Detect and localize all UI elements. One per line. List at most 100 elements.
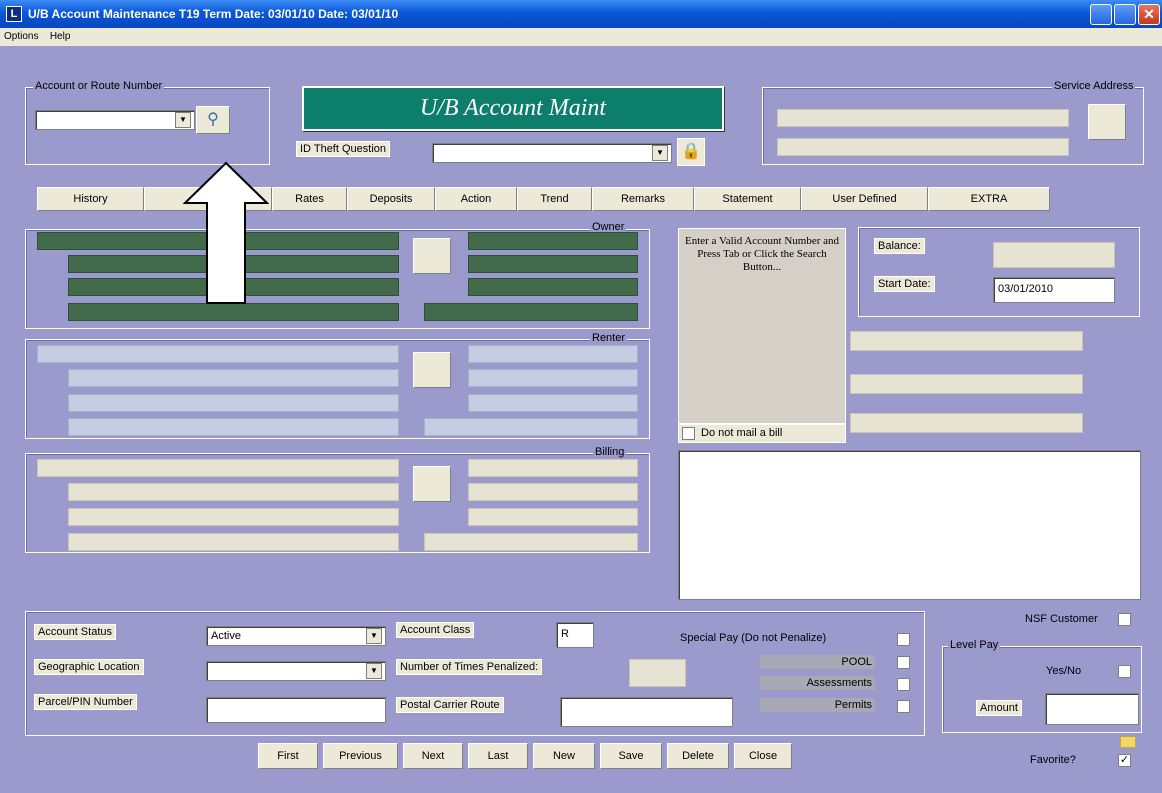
close-button[interactable]: Close xyxy=(734,743,792,769)
main-form: Account or Route Number ▼ ⚲ U/B Account … xyxy=(0,46,1162,793)
folder-icon[interactable] xyxy=(1120,736,1136,748)
assessments-label: Assessments xyxy=(760,676,875,690)
nsf-customer-checkbox[interactable] xyxy=(1118,613,1131,626)
times-penalized-label: Number of Times Penalized: xyxy=(396,659,543,675)
tab-action[interactable]: Action xyxy=(435,187,517,211)
new-button[interactable]: New xyxy=(533,743,595,769)
service-address-note-icon[interactable] xyxy=(1088,104,1126,140)
renter-address-2 xyxy=(68,394,399,412)
billing-name-field xyxy=(37,459,399,477)
billing-note-icon[interactable] xyxy=(413,466,451,502)
tab-trend[interactable]: Trend xyxy=(517,187,592,211)
billing-phone-3 xyxy=(468,508,638,526)
renter-note-icon[interactable] xyxy=(413,352,451,388)
do-not-mail-row: Do not mail a bill xyxy=(678,424,846,443)
level-pay-label: Level Pay xyxy=(948,639,1001,651)
save-button[interactable]: Save xyxy=(600,743,662,769)
assessments-checkbox[interactable] xyxy=(897,678,910,691)
first-button[interactable]: First xyxy=(258,743,318,769)
parcel-pin-input[interactable] xyxy=(206,697,386,723)
delete-button[interactable]: Delete xyxy=(667,743,729,769)
favorite-checkbox[interactable]: ✓ xyxy=(1118,754,1131,767)
level-pay-amount-input[interactable] xyxy=(1045,693,1139,725)
account-class-input[interactable]: R xyxy=(556,622,594,648)
special-pay-checkbox[interactable] xyxy=(897,633,910,646)
account-status-label: Account Status xyxy=(34,624,116,640)
billing-address-1 xyxy=(68,483,399,501)
app-icon: L xyxy=(6,6,22,22)
help-message: Enter a Valid Account Number and Press T… xyxy=(678,228,846,424)
permits-label: Permits xyxy=(760,698,875,712)
account-status-select[interactable]: Active xyxy=(206,626,386,646)
level-pay-amount-label: Amount xyxy=(976,700,1022,716)
previous-button[interactable]: Previous xyxy=(323,743,398,769)
billing-address-2 xyxy=(68,508,399,526)
start-date-field[interactable]: 03/01/2010 xyxy=(993,277,1115,303)
search-icon[interactable]: ⚲ xyxy=(196,106,230,134)
annotation-arrow-icon xyxy=(183,161,269,304)
billing-label: Billing xyxy=(593,446,627,458)
balance-label: Balance: xyxy=(874,238,925,254)
times-penalized-value xyxy=(629,659,686,687)
title-bar: L U/B Account Maintenance T19 Term Date:… xyxy=(0,0,1162,28)
extra-line-3 xyxy=(850,413,1083,433)
renter-address-3 xyxy=(68,418,399,436)
lock-icon[interactable]: 🔒 xyxy=(677,138,705,166)
close-window-button[interactable]: ✕ xyxy=(1138,4,1160,25)
renter-label: Renter xyxy=(590,332,628,344)
billing-address-3 xyxy=(68,533,399,551)
tab-deposits[interactable]: Deposits xyxy=(347,187,435,211)
account-group-label: Account or Route Number xyxy=(33,80,165,92)
minimize-button[interactable] xyxy=(1090,4,1112,25)
do-not-mail-checkbox[interactable] xyxy=(682,427,695,440)
billing-phone-1 xyxy=(468,459,638,477)
geographic-location-dropdown-icon[interactable]: ▼ xyxy=(366,663,382,679)
do-not-mail-label: Do not mail a bill xyxy=(701,427,783,439)
extra-line-2 xyxy=(850,374,1083,394)
renter-phone-3 xyxy=(468,394,638,412)
service-address-line-2 xyxy=(777,138,1069,156)
last-button[interactable]: Last xyxy=(468,743,528,769)
id-theft-dropdown-icon[interactable]: ▼ xyxy=(652,145,668,161)
tab-extra[interactable]: EXTRA xyxy=(928,187,1050,211)
geographic-location-label: Geographic Location xyxy=(34,659,144,675)
level-pay-yesno-checkbox[interactable] xyxy=(1118,665,1131,678)
pool-label: POOL xyxy=(760,655,875,669)
window-title: U/B Account Maintenance T19 Term Date: 0… xyxy=(28,7,399,21)
favorite-label: Favorite? xyxy=(1030,754,1076,766)
billing-extra xyxy=(424,533,638,551)
tab-statement[interactable]: Statement xyxy=(694,187,801,211)
tab-remarks[interactable]: Remarks xyxy=(592,187,694,211)
postal-route-input[interactable] xyxy=(560,697,733,727)
start-date-label: Start Date: xyxy=(874,276,935,292)
id-theft-select[interactable] xyxy=(432,143,672,163)
account-class-label: Account Class xyxy=(396,622,475,638)
account-number-input[interactable] xyxy=(35,110,195,130)
tab-history[interactable]: History xyxy=(37,187,144,211)
maximize-button[interactable] xyxy=(1114,4,1136,25)
account-dropdown-icon[interactable]: ▼ xyxy=(175,112,191,128)
owner-note-icon[interactable] xyxy=(413,238,451,274)
page-banner: U/B Account Maint xyxy=(302,86,724,131)
menu-help[interactable]: Help xyxy=(46,29,75,44)
id-theft-label: ID Theft Question xyxy=(296,141,391,157)
geographic-location-select[interactable] xyxy=(206,661,386,681)
owner-phone-2 xyxy=(468,255,638,273)
parcel-pin-label: Parcel/PIN Number xyxy=(34,694,137,710)
postal-route-label: Postal Carrier Route xyxy=(396,697,504,713)
menu-options[interactable]: Options xyxy=(0,29,42,44)
notes-textarea[interactable] xyxy=(678,450,1141,600)
nsf-customer-label: NSF Customer xyxy=(1025,613,1098,625)
special-pay-label: Special Pay (Do not Penalize) xyxy=(680,632,827,644)
tab-rates[interactable]: Rates xyxy=(272,187,347,211)
account-status-dropdown-icon[interactable]: ▼ xyxy=(366,628,382,644)
renter-phone-2 xyxy=(468,369,638,387)
balance-value xyxy=(993,242,1115,268)
tab-user-defined[interactable]: User Defined xyxy=(801,187,928,211)
next-button[interactable]: Next xyxy=(403,743,463,769)
menu-bar: Options Help xyxy=(0,28,1162,46)
owner-extra xyxy=(424,303,638,321)
renter-phone-1 xyxy=(468,345,638,363)
pool-checkbox[interactable] xyxy=(897,656,910,669)
permits-checkbox[interactable] xyxy=(897,700,910,713)
